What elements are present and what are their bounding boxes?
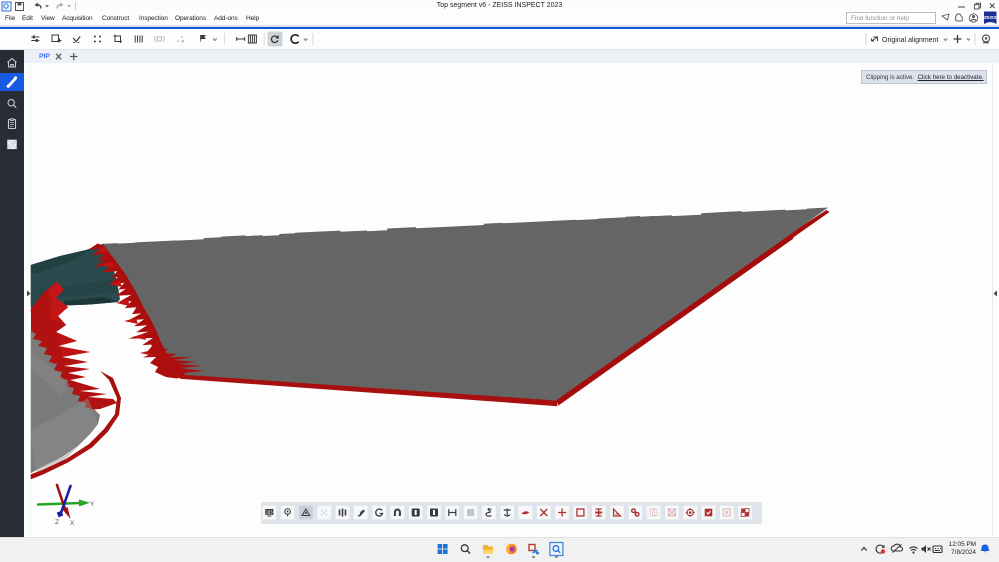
svg-text:X: X [70, 520, 75, 527]
svg-text:Z: Z [55, 519, 59, 526]
svg-text:ZEISS: ZEISS [984, 15, 997, 20]
svg-text:Y: Y [90, 501, 95, 508]
svg-text:Original alignment: Original alignment [882, 37, 938, 44]
svg-text:3D: 3D [266, 510, 273, 516]
